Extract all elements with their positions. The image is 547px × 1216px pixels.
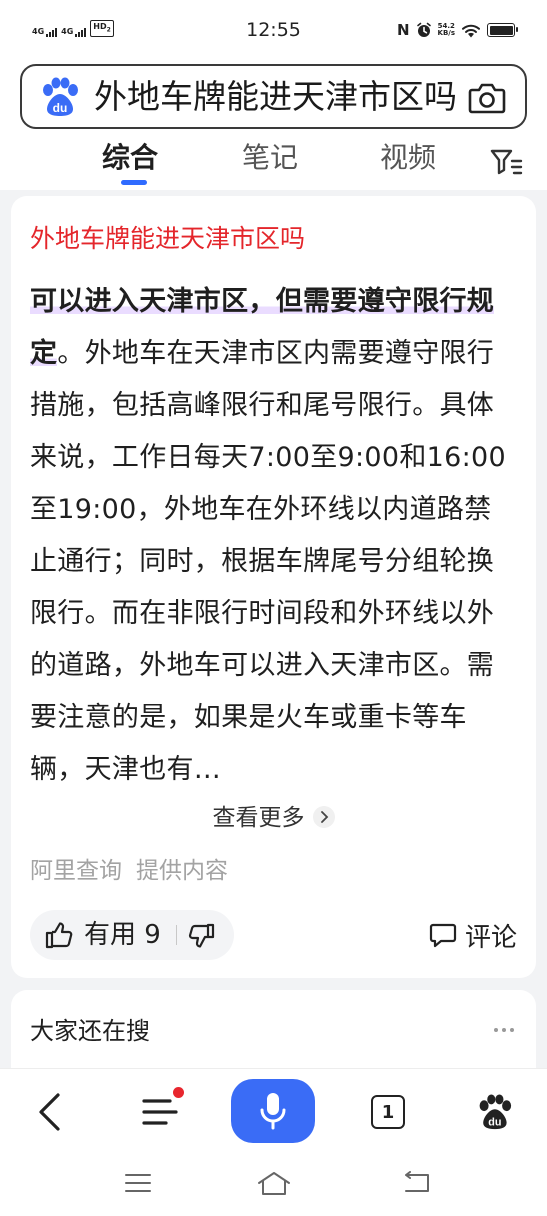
- notification-dot: [173, 1087, 184, 1098]
- voice-search-button[interactable]: [231, 1079, 315, 1143]
- system-recents-icon[interactable]: [124, 1171, 152, 1195]
- source-line: 阿里查询 提供内容: [30, 854, 228, 888]
- related-searches-card: 大家还在搜: [11, 990, 536, 1080]
- camera-icon[interactable]: [467, 80, 507, 116]
- tab-comprehensive[interactable]: 综合: [102, 138, 158, 178]
- search-bar[interactable]: du 外地车牌能进天津市区吗: [20, 64, 527, 129]
- alarm-icon: [416, 22, 431, 37]
- thumb-up-icon[interactable]: [44, 921, 74, 949]
- more-options-icon[interactable]: [494, 1028, 514, 1032]
- tab-notes[interactable]: 笔记: [242, 138, 298, 178]
- bottom-navigation: 1 du: [0, 1068, 547, 1216]
- system-navigation: [0, 1165, 547, 1205]
- view-more-button[interactable]: 查看更多: [11, 800, 536, 836]
- top-area: 4G 4G HD2 12:55 N 54.2 KB/s du 外地车牌能进天津市…: [0, 0, 547, 190]
- answer-title[interactable]: 外地车牌能进天津市区吗: [30, 222, 305, 256]
- speed-unit: KB/s: [437, 29, 455, 37]
- comment-icon: [429, 923, 457, 948]
- mic-icon: [260, 1093, 286, 1130]
- comment-label: 评论: [464, 922, 517, 953]
- svg-text:du: du: [488, 1117, 501, 1129]
- baidu-home-icon: du: [479, 1094, 512, 1130]
- baidu-paw-logo: du: [43, 77, 78, 116]
- answer-text: 可以进入天津市区，但需要遵守限行规定。外地车在天津市区内需要遵守限行措施，包括高…: [30, 276, 516, 796]
- chevron-right-icon: [312, 806, 335, 828]
- svg-text:du: du: [53, 101, 68, 115]
- battery-icon: [487, 23, 518, 37]
- source-suffix: 提供内容: [136, 858, 228, 884]
- back-icon: [39, 1093, 60, 1131]
- status-right: N 54.2 KB/s: [396, 21, 518, 39]
- nfc-icon: N: [396, 21, 410, 39]
- useful-count[interactable]: 有用 9: [84, 917, 161, 953]
- tab-count-icon: 1: [371, 1095, 405, 1129]
- comment-button[interactable]: 评论: [429, 917, 517, 953]
- related-searches-title: 大家还在搜: [30, 1017, 150, 1045]
- answer-card: 外地车牌能进天津市区吗 可以进入天津市区，但需要遵守限行规定。外地车在天津市区内…: [11, 196, 536, 978]
- pill-divider: [176, 925, 177, 945]
- answer-body: 。外地车在天津市区内需要遵守限行措施，包括高峰限行和尾号限行。具体来说，工作日每…: [30, 338, 506, 785]
- tab-indicator: [121, 180, 147, 185]
- system-back-icon[interactable]: [402, 1171, 432, 1195]
- feedback-pill: 有用 9: [30, 910, 234, 960]
- baidu-home-button[interactable]: du: [464, 1089, 524, 1135]
- filter-icon[interactable]: [490, 146, 524, 176]
- search-input[interactable]: 外地车牌能进天津市区吗: [94, 76, 458, 118]
- back-button[interactable]: [20, 1089, 80, 1135]
- view-more-label: 查看更多: [212, 805, 305, 831]
- wifi-icon: [462, 24, 480, 37]
- network-speed: 54.2 KB/s: [438, 23, 455, 37]
- thumb-down-icon[interactable]: [188, 923, 216, 949]
- menu-icon: [142, 1099, 178, 1125]
- system-home-icon[interactable]: [256, 1171, 292, 1197]
- menu-button[interactable]: [130, 1087, 190, 1135]
- status-bar: 4G 4G HD2 12:55 N 54.2 KB/s: [0, 0, 547, 62]
- source-name[interactable]: 阿里查询: [30, 858, 122, 884]
- tab-video[interactable]: 视频: [380, 138, 436, 178]
- tabs-button[interactable]: 1: [358, 1089, 418, 1135]
- result-tabs: 综合 笔记 视频: [0, 136, 547, 190]
